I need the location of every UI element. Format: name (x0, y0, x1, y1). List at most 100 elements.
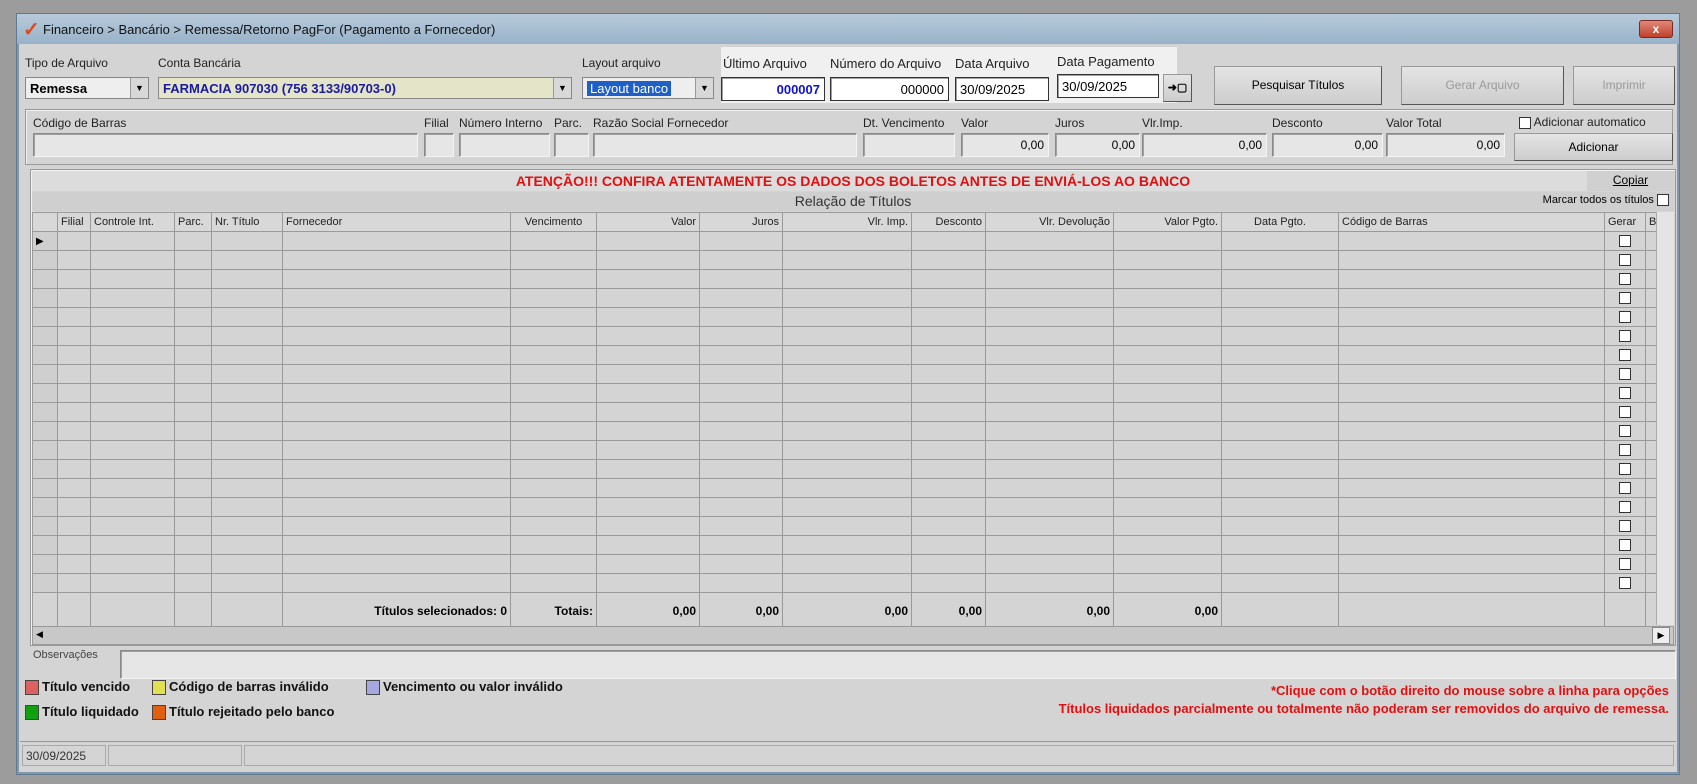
column-header[interactable]: Vlr. Devolução (985, 212, 1114, 232)
column-header[interactable]: Filial (57, 212, 91, 232)
gerar-checkbox[interactable] (1604, 269, 1646, 289)
column-header[interactable]: Fornecedor (282, 212, 511, 232)
checkbox-icon[interactable] (1619, 520, 1631, 533)
checkbox-icon[interactable] (1619, 577, 1631, 590)
gerar-arquivo-button[interactable]: Gerar Arquivo (1401, 66, 1564, 105)
checkbox-icon[interactable] (1519, 116, 1531, 129)
imprimir-button[interactable]: Imprimir (1573, 66, 1675, 105)
table-row[interactable] (32, 554, 1661, 574)
apply-date-button[interactable]: ➜▢ (1163, 74, 1192, 102)
checkbox-icon[interactable] (1619, 235, 1631, 248)
checkbox-icon[interactable] (1619, 368, 1631, 381)
data-pagamento-field[interactable]: 30/09/2025 (1057, 74, 1159, 98)
column-header[interactable]: Parc. (174, 212, 212, 232)
table-row[interactable] (32, 421, 1661, 441)
dt-vencimento-input[interactable] (863, 133, 955, 157)
gerar-checkbox[interactable] (1604, 231, 1646, 251)
data-arquivo-field[interactable]: 30/09/2025 (955, 77, 1049, 101)
gerar-checkbox[interactable] (1604, 535, 1646, 555)
checkbox-icon[interactable] (1619, 349, 1631, 362)
table-row[interactable] (32, 345, 1661, 365)
tipo-arquivo-select[interactable]: Remessa ▼ (25, 77, 149, 99)
gerar-checkbox[interactable] (1604, 554, 1646, 574)
column-header[interactable]: Valor Pgto. (1113, 212, 1222, 232)
table-row[interactable] (32, 440, 1661, 460)
ultimo-arquivo-field[interactable]: 000007 (721, 77, 825, 101)
checkbox-icon[interactable] (1619, 444, 1631, 457)
checkbox-icon[interactable] (1619, 387, 1631, 400)
table-row[interactable] (32, 269, 1661, 289)
table-row[interactable]: ▶ (32, 231, 1661, 251)
gerar-checkbox[interactable] (1604, 383, 1646, 403)
gerar-checkbox[interactable] (1604, 250, 1646, 270)
gerar-checkbox[interactable] (1604, 345, 1646, 365)
juros-input[interactable]: 0,00 (1055, 133, 1140, 157)
table-row[interactable] (32, 383, 1661, 403)
table-row[interactable] (32, 402, 1661, 422)
numero-arquivo-field[interactable]: 000000 (830, 77, 949, 101)
column-header[interactable]: Valor (596, 212, 700, 232)
table-row[interactable] (32, 364, 1661, 384)
layout-arquivo-select[interactable]: Layout banco ▼ (582, 77, 714, 99)
checkbox-icon[interactable] (1619, 558, 1631, 571)
codigo-barras-input[interactable] (33, 133, 418, 157)
copiar-button[interactable]: Copiar (1587, 171, 1674, 191)
checkbox-icon[interactable] (1619, 330, 1631, 343)
gerar-checkbox[interactable] (1604, 326, 1646, 346)
checkbox-icon[interactable] (1619, 501, 1631, 514)
checkbox-icon[interactable] (1619, 539, 1631, 552)
gerar-checkbox[interactable] (1604, 440, 1646, 460)
chevron-down-icon[interactable]: ▼ (130, 78, 148, 98)
horizontal-scrollbar[interactable]: ◀ ▶ (32, 626, 1674, 645)
gerar-checkbox[interactable] (1604, 364, 1646, 384)
checkbox-icon[interactable] (1619, 254, 1631, 267)
checkbox-icon[interactable] (1657, 194, 1669, 207)
gerar-checkbox[interactable] (1604, 402, 1646, 422)
column-header[interactable]: Data Pgto. (1221, 212, 1339, 232)
marcar-todos-checkbox[interactable]: Marcar todos os títulos (1543, 194, 1669, 207)
gerar-checkbox[interactable] (1604, 573, 1646, 593)
gerar-checkbox[interactable] (1604, 459, 1646, 479)
gerar-checkbox[interactable] (1604, 478, 1646, 498)
chevron-down-icon[interactable]: ▼ (553, 78, 571, 98)
gerar-checkbox[interactable] (1604, 307, 1646, 327)
adicionar-button[interactable]: Adicionar (1514, 133, 1673, 161)
checkbox-icon[interactable] (1619, 463, 1631, 476)
gerar-checkbox[interactable] (1604, 288, 1646, 308)
parc-input[interactable] (554, 133, 589, 157)
column-header[interactable]: Controle Int. (90, 212, 175, 232)
gerar-checkbox[interactable] (1604, 497, 1646, 517)
checkbox-icon[interactable] (1619, 425, 1631, 438)
column-header[interactable]: Desconto (911, 212, 986, 232)
scroll-left-icon[interactable]: ◀ (36, 629, 43, 640)
column-header[interactable]: Nr. Título (211, 212, 283, 232)
table-row[interactable] (32, 459, 1661, 479)
close-button[interactable]: x (1639, 20, 1673, 38)
checkbox-icon[interactable] (1619, 482, 1631, 495)
desconto-input[interactable]: 0,00 (1272, 133, 1383, 157)
scroll-right-icon[interactable]: ▶ (1652, 627, 1670, 644)
table-row[interactable] (32, 250, 1661, 270)
chevron-down-icon[interactable]: ▼ (695, 78, 713, 98)
checkbox-icon[interactable] (1619, 292, 1631, 305)
numero-interno-input[interactable] (459, 133, 550, 157)
column-header[interactable] (32, 212, 58, 232)
table-row[interactable] (32, 573, 1661, 593)
column-header[interactable]: Gerar (1604, 212, 1646, 232)
razao-social-input[interactable] (593, 133, 857, 157)
gerar-checkbox[interactable] (1604, 421, 1646, 441)
vlr-imp-input[interactable]: 0,00 (1142, 133, 1267, 157)
vertical-scrollbar[interactable] (1656, 212, 1674, 625)
adicionar-automatico-checkbox[interactable]: Adicionar automatico (1519, 115, 1646, 129)
filial-input[interactable] (424, 133, 454, 157)
checkbox-icon[interactable] (1619, 311, 1631, 324)
column-header[interactable]: Juros (699, 212, 783, 232)
table-row[interactable] (32, 307, 1661, 327)
table-row[interactable] (32, 535, 1661, 555)
column-header[interactable]: Código de Barras (1338, 212, 1605, 232)
gerar-checkbox[interactable] (1604, 516, 1646, 536)
table-row[interactable] (32, 326, 1661, 346)
checkbox-icon[interactable] (1619, 273, 1631, 286)
pesquisar-titulos-button[interactable]: Pesquisar Títulos (1214, 66, 1382, 105)
checkbox-icon[interactable] (1619, 406, 1631, 419)
